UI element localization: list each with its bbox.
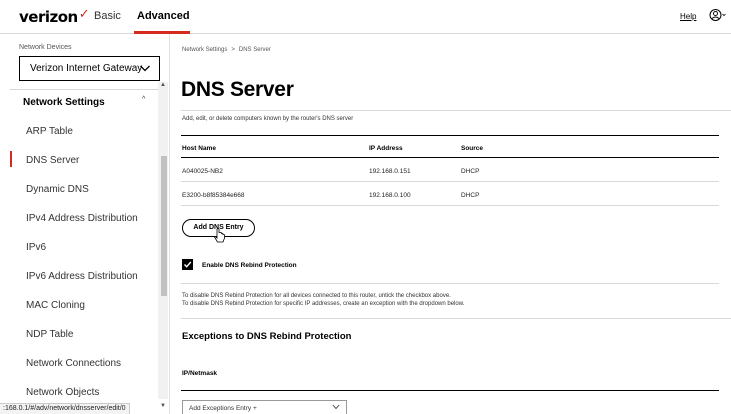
dns-rebind-checkbox-label[interactable]: Enable DNS Rebind Protection xyxy=(202,262,297,269)
network-devices-label: Network Devices xyxy=(19,44,72,51)
host-name-cell: A040025-NB2 xyxy=(182,168,223,175)
breadcrumb-separator: > xyxy=(231,47,235,53)
sidebar-item-network-objects[interactable]: Network Objects xyxy=(26,387,99,398)
info-divider xyxy=(181,318,731,319)
rebind-divider xyxy=(181,283,719,284)
dns-rebind-checkbox[interactable] xyxy=(182,259,193,270)
sidebar-item-ipv4-address-distribution[interactable]: IPv4 Address Distribution xyxy=(26,213,138,224)
column-header-ip-address: IP Address xyxy=(369,145,403,152)
tab-advanced[interactable]: Advanced xyxy=(137,10,190,22)
sidebar-item-ipv6-address-distribution[interactable]: IPv6 Address Distribution xyxy=(26,271,138,282)
breadcrumb: Network Settings > DNS Server xyxy=(182,47,271,53)
user-circle-icon[interactable] xyxy=(709,8,726,22)
row-divider xyxy=(181,205,719,206)
title-divider xyxy=(181,110,731,111)
exceptions-table-border xyxy=(181,390,719,391)
verizon-logo[interactable]: verizon✓ xyxy=(19,7,90,26)
ip-address-cell: 192.168.0.100 xyxy=(369,192,411,199)
breadcrumb-network-settings[interactable]: Network Settings xyxy=(182,47,227,53)
sidebar-item-network-connections[interactable]: Network Connections xyxy=(26,358,121,369)
hand-cursor-icon xyxy=(214,228,226,246)
sidebar-item-ipv6[interactable]: IPv6 xyxy=(26,242,46,253)
row-divider xyxy=(181,181,719,182)
scroll-down-arrow-icon[interactable]: ▼ xyxy=(160,403,166,409)
sidebar-item-arp-table[interactable]: ARP Table xyxy=(26,126,73,137)
column-header-source: Source xyxy=(461,145,484,152)
sidebar-item-mac-cloning[interactable]: MAC Cloning xyxy=(26,300,85,311)
info-text-line-2: To disable DNS Rebind Protection for spe… xyxy=(182,301,465,307)
ip-address-cell: 192.168.0.151 xyxy=(369,168,411,175)
chevron-down-icon xyxy=(139,62,151,74)
sidebar-item-dynamic-dns[interactable]: Dynamic DNS xyxy=(26,184,89,195)
host-name-cell: E3200-b8f85384e668 xyxy=(182,192,245,199)
sidebar-section-network-settings[interactable]: Network Settings xyxy=(23,97,105,108)
page-title: DNS Server xyxy=(181,78,294,101)
column-header-host-name: Host Name xyxy=(182,145,216,152)
status-bar-url: :168.0.1/#/adv/network/dnsserver/edit/0 xyxy=(0,403,130,414)
sidebar-item-dns-server[interactable]: DNS Server xyxy=(26,155,79,166)
top-navigation-bar: verizon✓ Basic Advanced Help xyxy=(0,0,731,34)
exception-select-value: Add Exceptions Entry + xyxy=(189,405,257,412)
scroll-up-arrow-icon[interactable]: ▲ xyxy=(160,82,166,88)
sidebar-item-ndp-table[interactable]: NDP Table xyxy=(26,329,73,340)
active-item-indicator xyxy=(10,151,12,167)
table-top-border xyxy=(181,135,719,136)
exceptions-section-title: Exceptions to DNS Rebind Protection xyxy=(182,331,352,342)
tab-basic[interactable]: Basic xyxy=(94,10,121,22)
logo-checkmark-icon: ✓ xyxy=(78,7,90,22)
info-text-line-1: To disable DNS Rebind Protection for all… xyxy=(182,293,451,299)
source-cell: DHCP xyxy=(461,168,480,175)
device-select-value: Verizon Internet Gateway xyxy=(30,63,143,74)
sidebar-scrollbar-thumb[interactable] xyxy=(161,156,167,296)
source-cell: DHCP xyxy=(461,192,480,199)
sidebar: Network Devices Verizon Internet Gateway… xyxy=(0,34,170,414)
breadcrumb-dns-server: DNS Server xyxy=(238,47,271,53)
logo-text: verizon xyxy=(19,8,78,26)
page-description: Add, edit, or delete computers known by … xyxy=(182,116,354,122)
add-exceptions-entry-select[interactable]: Add Exceptions Entry + xyxy=(182,400,347,414)
sidebar-divider xyxy=(10,89,160,90)
device-select[interactable]: Verizon Internet Gateway xyxy=(19,56,160,81)
ip-netmask-column-label: IP/Netmask xyxy=(182,370,218,377)
table-header-border xyxy=(181,157,719,158)
help-link[interactable]: Help xyxy=(680,12,696,21)
chevron-down-icon xyxy=(332,404,340,410)
chevron-up-icon[interactable]: ^ xyxy=(142,96,145,103)
